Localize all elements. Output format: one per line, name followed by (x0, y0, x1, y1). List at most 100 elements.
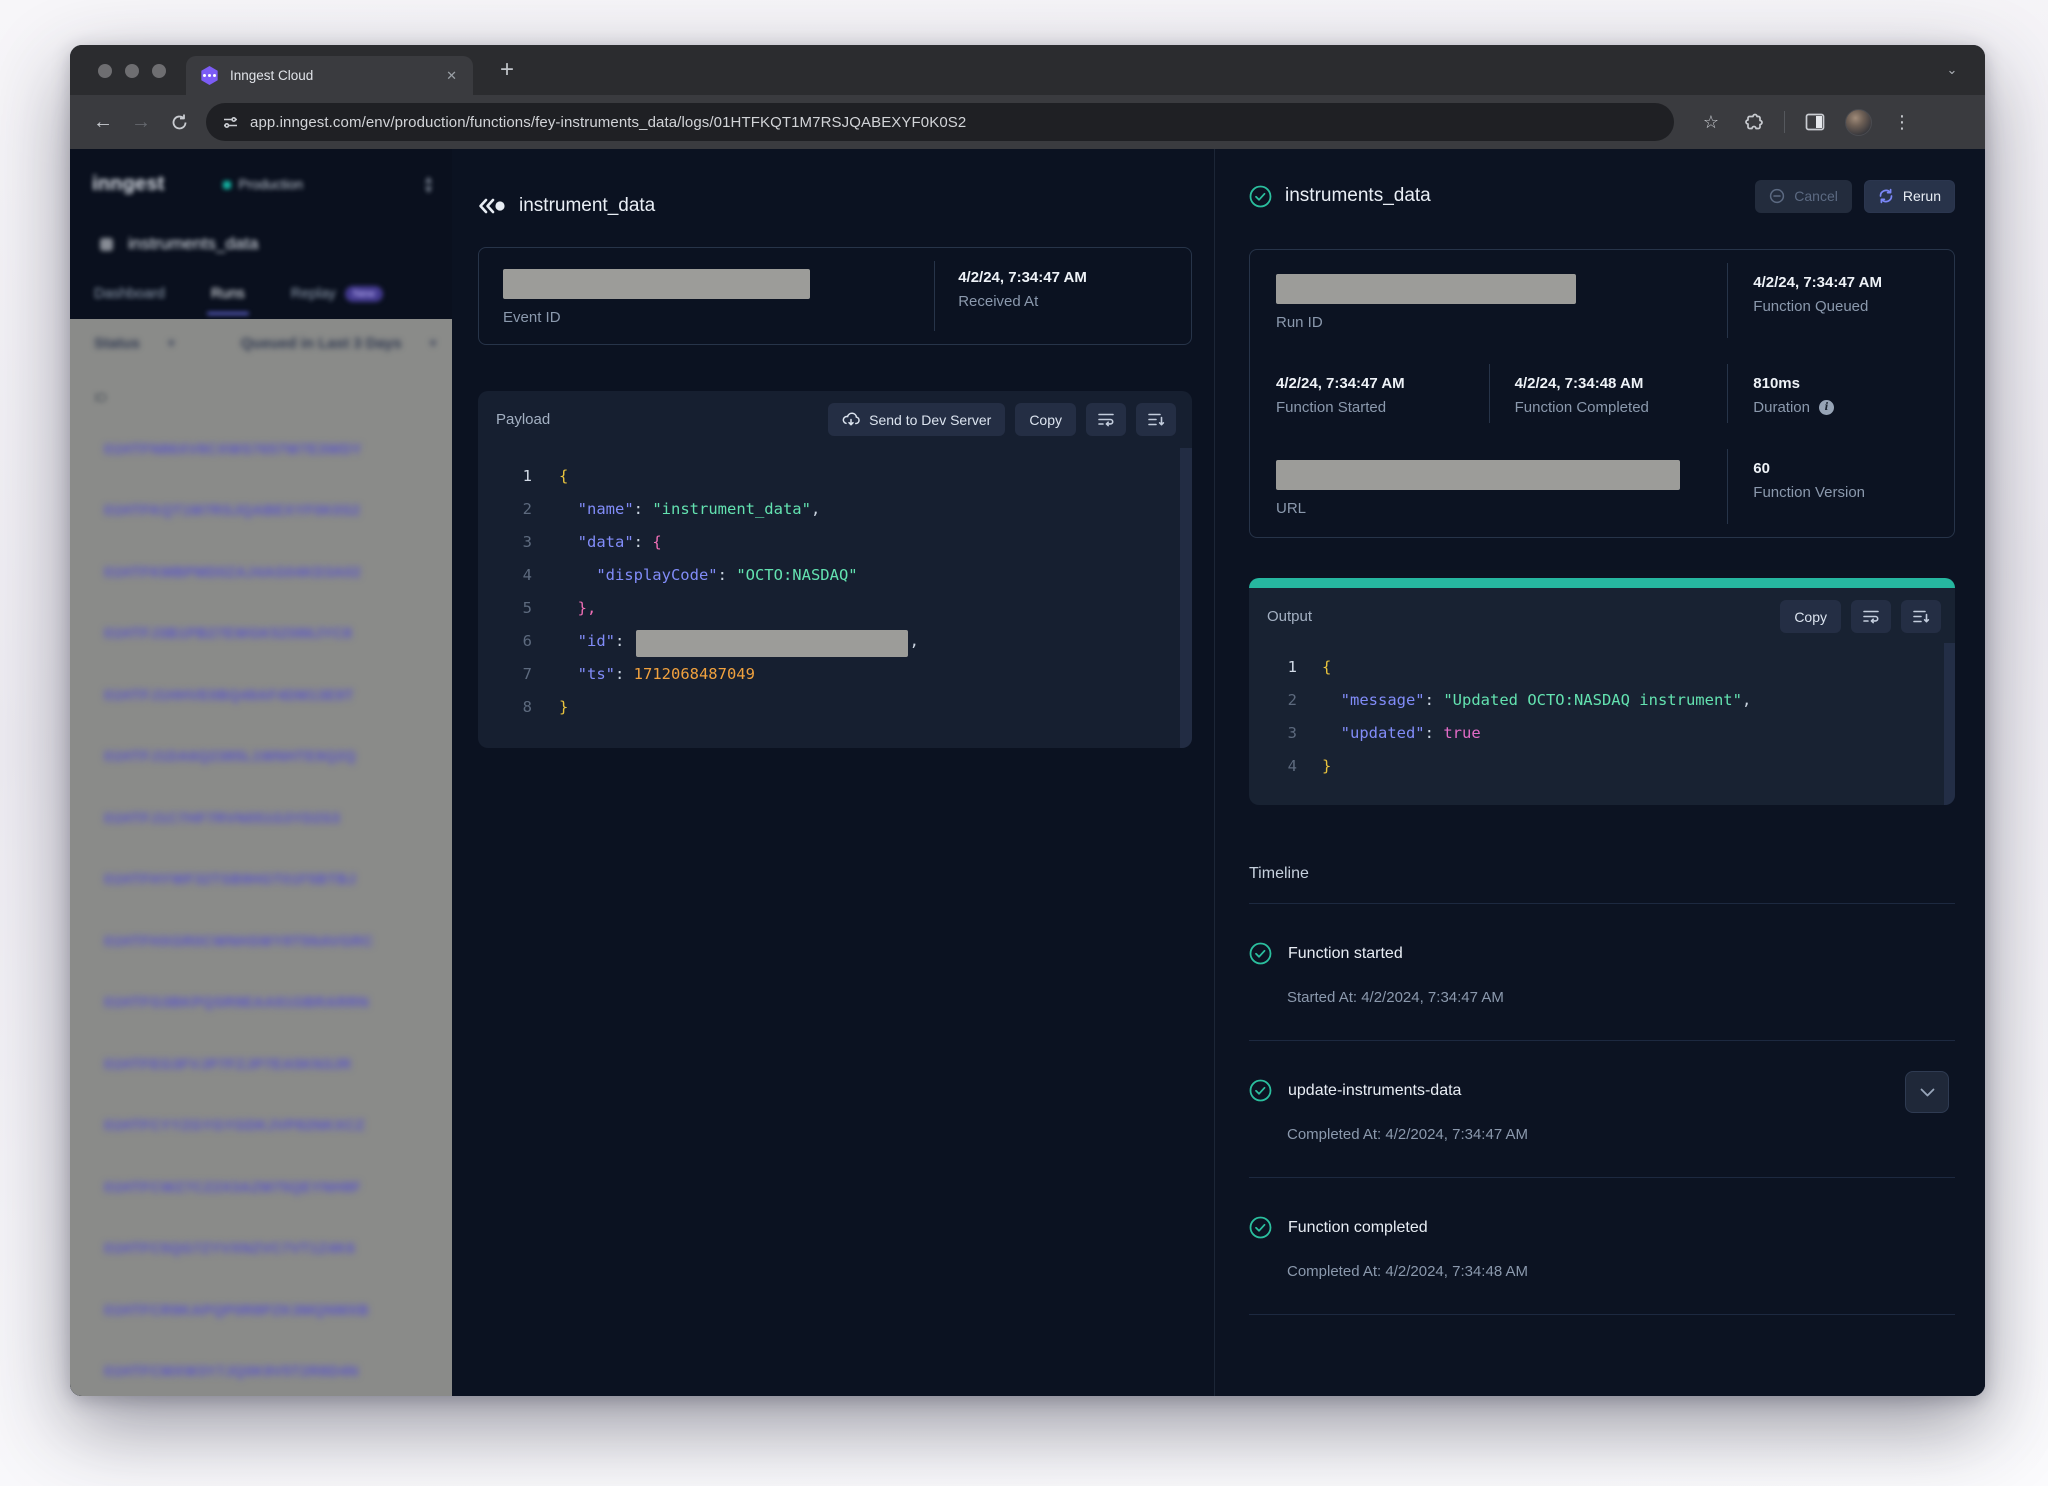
run-id-row[interactable]: 01HTFJ1C7HF7RVN051G3YD2S3 (70, 788, 452, 850)
expand-lines-button[interactable] (1136, 403, 1176, 436)
expand-step-button[interactable] (1905, 1071, 1949, 1113)
tab-search-chevron-icon[interactable]: ⌄ (1939, 59, 1965, 81)
inngest-logo[interactable]: inngest (92, 173, 165, 196)
runs-filters: Status▼ Queued in Last 3 Days▼ (70, 319, 452, 352)
function-name: instruments_data (128, 234, 258, 254)
run-id-row[interactable]: 01HTFKMBPMD0ZAJ4AG04KD3A02 (70, 542, 452, 604)
close-window-button[interactable] (98, 64, 112, 78)
run-id-row[interactable]: 01HTFN86XV8CXWS7657W7E3WDY (70, 419, 452, 481)
info-icon[interactable]: i (1819, 400, 1834, 415)
cancel-circle-icon (1769, 188, 1785, 204)
run-id-row[interactable]: 01HTFJ1HHVE0BQ48AF4DM13E9T (70, 665, 452, 727)
line-number: 3 (478, 526, 532, 559)
received-at-cell: 4/2/24, 7:34:47 AM Received At (934, 248, 1191, 344)
browser-menu-icon[interactable]: ⋮ (1889, 109, 1915, 135)
run-id-row[interactable]: 01HTFCMXW3Y7JQ0K9V5T2R8D4N (70, 1342, 452, 1397)
back-button[interactable]: ← (84, 103, 122, 141)
address-bar[interactable]: app.inngest.com/env/production/functions… (206, 103, 1674, 141)
status-filter-dropdown[interactable]: Status▼ (94, 335, 177, 352)
run-id-row[interactable]: 01HTFEG3FVJP7FZJP7EA5KN3JR (70, 1034, 452, 1096)
run-id-row[interactable]: 01HTFC5QG7ZYVXNZVC7VT1Z4K6 (70, 1219, 452, 1281)
time-range-filter-dropdown[interactable]: Queued in Last 3 Days▼ (241, 335, 439, 352)
maximize-window-button[interactable] (152, 64, 166, 78)
run-info-card: Run ID 4/2/24, 7:34:47 AM Function Queue… (1249, 249, 1955, 538)
line-number: 1 (478, 460, 532, 493)
line-number: 4 (1249, 750, 1297, 783)
run-id-label: Run ID (1276, 314, 1701, 331)
chevron-down-icon (1920, 1088, 1935, 1097)
run-id-row[interactable]: 01HTFKQT1M7RSJQABEXYF0K0S2 (70, 481, 452, 543)
environment-status-dot-icon (223, 181, 231, 189)
timeline-section: Timeline Function startedStarted At: 4/2… (1249, 865, 1955, 1315)
sidebar-tab-dashboard[interactable]: Dashboard (94, 286, 165, 315)
event-title: instrument_data (519, 195, 655, 217)
timeline-item-title: Function completed (1288, 1219, 1428, 1237)
code-text: "ts": 1712068487049 (559, 658, 755, 691)
code-text: { (559, 460, 568, 493)
runs-list-panel: Status▼ Queued in Last 3 Days▼ ID 01HTFN… (70, 319, 452, 1396)
run-id-row[interactable]: 01HTFCYYZGYGYGDKJVP82NKXCZ (70, 1096, 452, 1158)
browser-tab[interactable]: Inngest Cloud ✕ (186, 56, 473, 95)
code-text: "name": "instrument_data", (559, 493, 820, 526)
run-title: instruments_data (1285, 185, 1755, 207)
success-check-icon (1249, 185, 1272, 208)
cloud-download-icon (842, 412, 860, 427)
sidebar-tab-runs[interactable]: Runs (211, 286, 245, 315)
run-id-row[interactable]: 01HTFHYWF32TSB9HGT01F5BTBJ (70, 850, 452, 912)
run-id-row[interactable]: 01HTFHXGR0CWNHSWY8T5NAVGRC (70, 911, 452, 973)
minimize-window-button[interactable] (125, 64, 139, 78)
bookmark-star-icon[interactable]: ☆ (1698, 109, 1724, 135)
line-number: 8 (478, 691, 532, 724)
run-id-row[interactable]: 01HTFJ3B1PB27EWGK5Z086JYC8 (70, 604, 452, 666)
environment-caret-icon[interactable]: ▲▼ (423, 175, 434, 195)
sidebar-tab-replay[interactable]: ReplayNew (291, 286, 383, 315)
environment-selector[interactable]: Production (223, 177, 304, 192)
output-expand-lines-button[interactable] (1901, 600, 1941, 633)
output-word-wrap-button[interactable] (1851, 600, 1891, 633)
payload-card: Payload Send to Dev Server Copy (478, 391, 1192, 748)
close-tab-icon[interactable]: ✕ (440, 65, 463, 87)
run-id-row[interactable]: 01HTFCR9KAPQP0R8PZK3MQNMXB (70, 1280, 452, 1342)
event-id-cell: Event ID (479, 248, 934, 344)
page-content: inngest Production ▲▼ instruments_data D… (70, 149, 1985, 1396)
code-text: { (1322, 651, 1331, 684)
word-wrap-button[interactable] (1086, 403, 1126, 436)
site-settings-icon[interactable] (222, 114, 239, 131)
new-tab-button[interactable]: + (492, 56, 522, 84)
code-line: 4"displayCode": "OCTO:NASDAQ" (478, 559, 1192, 592)
run-id-row[interactable]: 01HTFG3BKPQSR9EAA91GBRARRN (70, 973, 452, 1035)
run-id-row[interactable]: 01HTFJ1DA6Q2385L1WNHTE9Q2Q (70, 727, 452, 789)
run-id-cell: Run ID (1250, 250, 1727, 351)
payload-header: Payload Send to Dev Server Copy (478, 391, 1192, 448)
function-queued-cell: 4/2/24, 7:34:47 AM Function Queued (1727, 250, 1954, 351)
payload-scrollbar[interactable] (1180, 448, 1192, 748)
event-id-redacted-value (503, 269, 810, 299)
payload-copy-button[interactable]: Copy (1015, 403, 1076, 436)
url-redacted-value (1276, 460, 1680, 490)
send-to-dev-server-button[interactable]: Send to Dev Server (828, 403, 1005, 436)
chevron-down-icon: ▼ (166, 338, 177, 350)
run-id-row[interactable]: 01HTFCWZ7CZ2X3AZM75QEYNH8F (70, 1157, 452, 1219)
profile-avatar[interactable] (1845, 109, 1872, 136)
extensions-icon[interactable] (1741, 109, 1767, 135)
reload-button[interactable] (160, 103, 198, 141)
window-controls (98, 64, 166, 78)
cancel-button[interactable]: Cancel (1755, 180, 1852, 213)
duration-cell: 810ms Durationi (1727, 351, 1954, 436)
rerun-button[interactable]: Rerun (1864, 180, 1955, 213)
run-id-redacted-value (1276, 274, 1576, 304)
timeline-heading: Timeline (1249, 865, 1955, 883)
output-body: Output Copy (1249, 588, 1955, 805)
output-label: Output (1267, 608, 1770, 625)
output-code-block: 1{2"message": "Updated OCTO:NASDAQ instr… (1249, 643, 1955, 805)
redacted-value (636, 630, 908, 657)
desktop: { "browser": { "tab_title": "Inngest Clo… (0, 0, 2048, 1486)
code-text: } (1322, 750, 1331, 783)
output-copy-button[interactable]: Copy (1780, 600, 1841, 633)
forward-button[interactable]: → (122, 103, 160, 141)
code-line: 7"ts": 1712068487049 (478, 658, 1192, 691)
line-number: 6 (478, 625, 532, 658)
output-scrollbar[interactable] (1944, 643, 1955, 805)
side-panel-icon[interactable] (1802, 109, 1828, 135)
code-text: "data": { (559, 526, 662, 559)
